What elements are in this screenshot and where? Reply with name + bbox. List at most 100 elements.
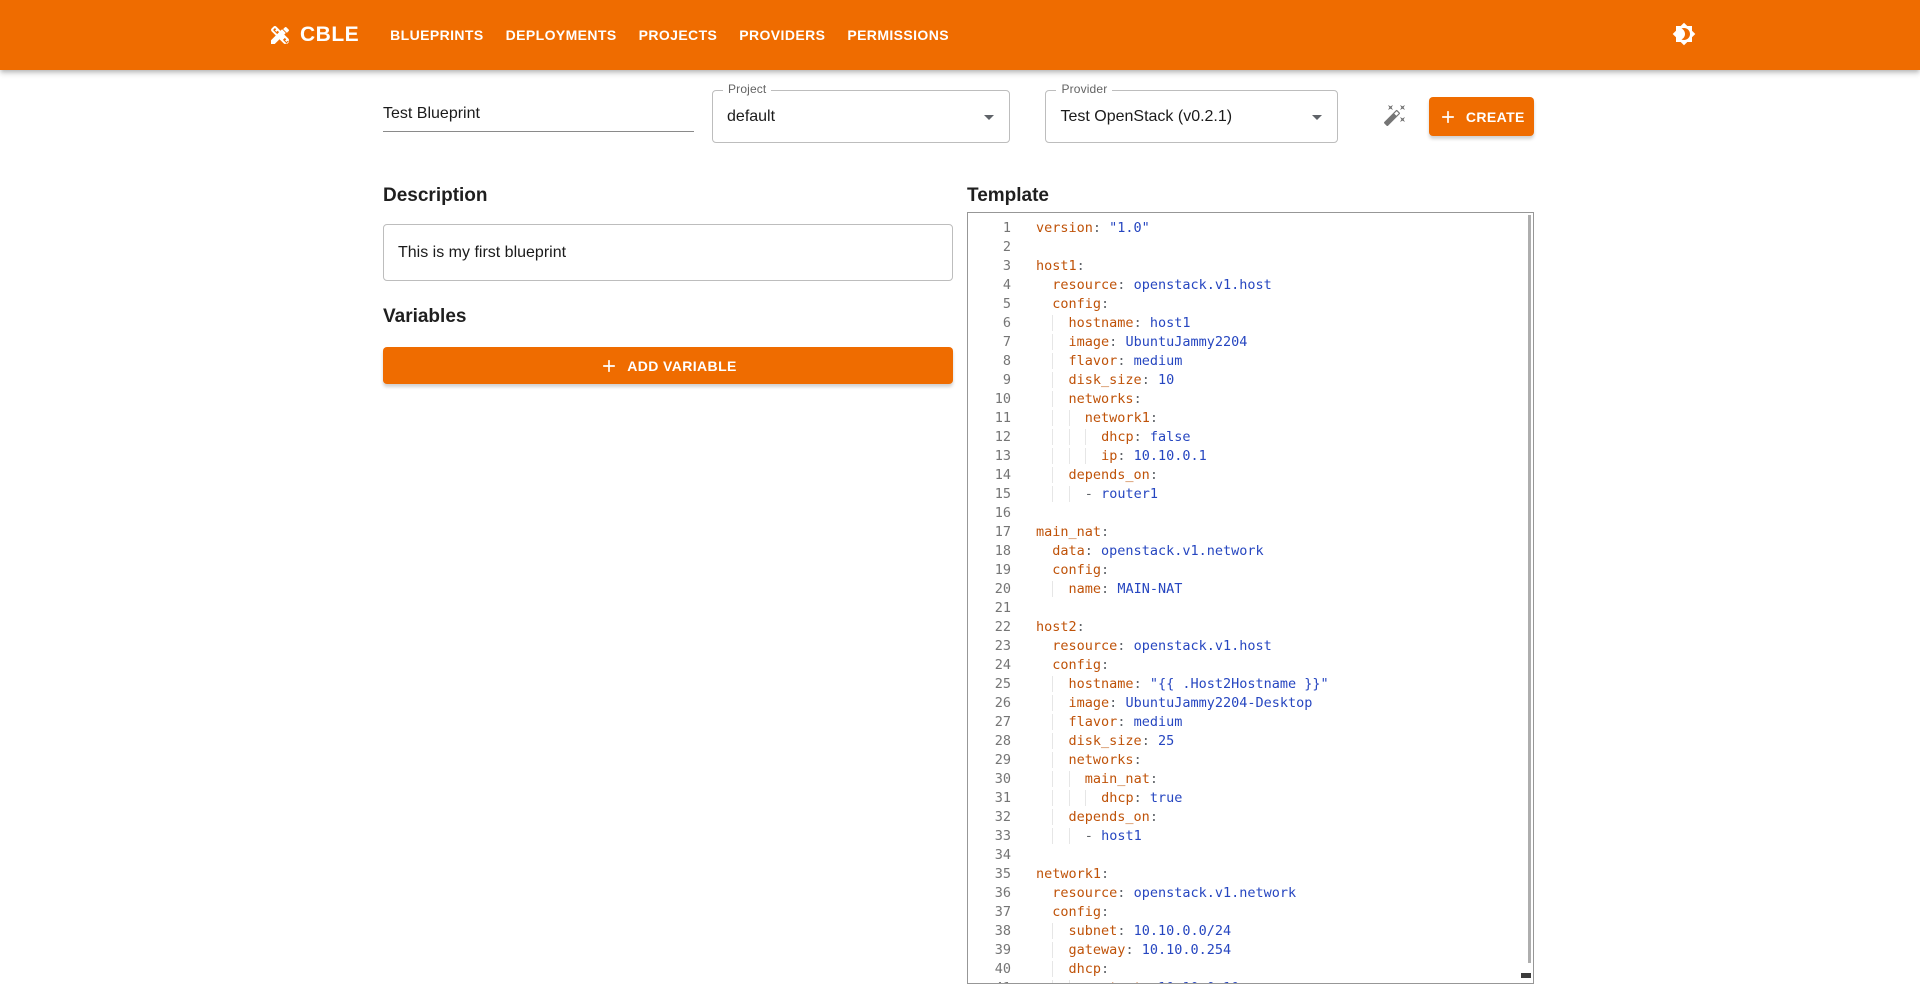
code-line: 7 image: UbuntuJammy2204 — [968, 333, 1533, 352]
line-number: 17 — [968, 523, 1011, 542]
code-line-text: disk_size: 25 — [1011, 732, 1174, 751]
nav-deployments[interactable]: DEPLOYMENTS — [495, 19, 628, 51]
magic-wand-icon — [1383, 103, 1407, 130]
code-line-text: config: — [1011, 903, 1109, 922]
line-number: 38 — [968, 922, 1011, 941]
line-number: 25 — [968, 675, 1011, 694]
template-code-editor[interactable]: 1version: "1.0"23host1:4 resource: opens… — [967, 212, 1534, 984]
line-number: 39 — [968, 941, 1011, 960]
code-line-text: ip: 10.10.0.1 — [1011, 447, 1207, 466]
create-button-label: CREATE — [1466, 109, 1525, 125]
code-line: 5 config: — [968, 295, 1533, 314]
line-number: 18 — [968, 542, 1011, 561]
code-line-text: config: — [1011, 295, 1109, 314]
code-line: 13 ip: 10.10.0.1 — [968, 447, 1533, 466]
code-line-text: - router1 — [1011, 485, 1158, 504]
code-line: 16 — [968, 504, 1533, 523]
code-line: 35network1: — [968, 865, 1533, 884]
description-heading: Description — [383, 184, 953, 208]
code-line: 3host1: — [968, 257, 1533, 276]
code-line: 6 hostname: host1 — [968, 314, 1533, 333]
code-line-text: name: MAIN-NAT — [1011, 580, 1182, 599]
code-line: 20 name: MAIN-NAT — [968, 580, 1533, 599]
code-line: 37 config: — [968, 903, 1533, 922]
code-line-text: subnet: 10.10.0.0/24 — [1011, 922, 1231, 941]
line-number: 36 — [968, 884, 1011, 903]
nav-projects[interactable]: PROJECTS — [628, 19, 729, 51]
brand[interactable]: CBLE — [268, 23, 359, 47]
line-number: 14 — [968, 466, 1011, 485]
code-line: 39 gateway: 10.10.0.254 — [968, 941, 1533, 960]
line-number: 22 — [968, 618, 1011, 637]
code-line: 22host2: — [968, 618, 1533, 637]
vertical-scrollbar-thumb[interactable] — [1528, 215, 1531, 963]
description-input[interactable] — [383, 224, 953, 281]
code-line: 32 depends_on: — [968, 808, 1533, 827]
brand-logo-icon — [268, 23, 292, 47]
code-line-text: resource: openstack.v1.network — [1011, 884, 1296, 903]
code-line-text: config: — [1011, 656, 1109, 675]
code-line-text: network1: — [1011, 409, 1158, 428]
chevron-down-icon — [977, 105, 1001, 129]
variables-heading: Variables — [383, 305, 953, 329]
main-nav: BLUEPRINTS DEPLOYMENTS PROJECTS PROVIDER… — [379, 19, 960, 51]
add-variable-button[interactable]: ADD VARIABLE — [383, 347, 953, 384]
code-line: 11 network1: — [968, 409, 1533, 428]
dark-mode-icon — [1672, 22, 1696, 49]
code-line-text: resource: openstack.v1.host — [1011, 276, 1272, 295]
line-number: 32 — [968, 808, 1011, 827]
code-line-text: dhcp: false — [1011, 428, 1191, 447]
code-line-text: disk_size: 10 — [1011, 371, 1174, 390]
line-number: 12 — [968, 428, 1011, 447]
code-line: 27 flavor: medium — [968, 713, 1533, 732]
code-line: 31 dhcp: true — [968, 789, 1533, 808]
horizontal-scrollbar-thumb[interactable] — [1521, 973, 1531, 978]
auto-generate-button[interactable] — [1371, 93, 1419, 141]
code-line-text: host2: — [1011, 618, 1085, 637]
code-line: 29 networks: — [968, 751, 1533, 770]
code-line: 38 subnet: 10.10.0.0/24 — [968, 922, 1533, 941]
code-line: 23 resource: openstack.v1.host — [968, 637, 1533, 656]
code-line-text: host1: — [1011, 257, 1085, 276]
line-number: 8 — [968, 352, 1011, 371]
line-number: 13 — [968, 447, 1011, 466]
create-button[interactable]: CREATE — [1429, 97, 1534, 136]
code-line-text: main_nat: — [1011, 523, 1109, 542]
template-heading: Template — [967, 184, 1534, 208]
provider-select[interactable]: Provider Test OpenStack (v0.2.1) — [1045, 90, 1338, 143]
line-number: 23 — [968, 637, 1011, 656]
line-number: 31 — [968, 789, 1011, 808]
project-select[interactable]: Project default — [712, 90, 1010, 143]
code-line: 41 - start: 10.10.0.10 — [968, 979, 1533, 984]
provider-select-value: Test OpenStack (v0.2.1) — [1060, 108, 1232, 126]
code-line-text — [1011, 504, 1036, 523]
code-line-text — [1011, 238, 1036, 257]
line-number: 27 — [968, 713, 1011, 732]
line-number: 28 — [968, 732, 1011, 751]
nav-blueprints[interactable]: BLUEPRINTS — [379, 19, 494, 51]
theme-toggle-button[interactable] — [1660, 11, 1708, 59]
line-number: 16 — [968, 504, 1011, 523]
plus-icon — [599, 356, 619, 376]
line-number: 5 — [968, 295, 1011, 314]
blueprint-name-input[interactable] — [383, 101, 694, 132]
code-line-text: network1: — [1011, 865, 1109, 884]
brand-title: CBLE — [300, 23, 359, 47]
code-line-text — [1011, 846, 1036, 865]
code-line-text: flavor: medium — [1011, 713, 1182, 732]
nav-providers[interactable]: PROVIDERS — [728, 19, 836, 51]
nav-permissions[interactable]: PERMISSIONS — [836, 19, 960, 51]
line-number: 30 — [968, 770, 1011, 789]
chevron-down-icon — [1305, 105, 1329, 129]
code-line: 10 networks: — [968, 390, 1533, 409]
code-line-text: - start: 10.10.0.10 — [1011, 979, 1239, 984]
line-number: 40 — [968, 960, 1011, 979]
code-line: 25 hostname: "{{ .Host2Hostname }}" — [968, 675, 1533, 694]
template-panel: Template 1version: "1.0"23host1:4 resour… — [967, 184, 1534, 984]
line-number: 29 — [968, 751, 1011, 770]
code-line: 8 flavor: medium — [968, 352, 1533, 371]
code-line: 1version: "1.0" — [968, 219, 1533, 238]
code-line: 34 — [968, 846, 1533, 865]
code-line: 40 dhcp: — [968, 960, 1533, 979]
code-line-text: networks: — [1011, 390, 1142, 409]
